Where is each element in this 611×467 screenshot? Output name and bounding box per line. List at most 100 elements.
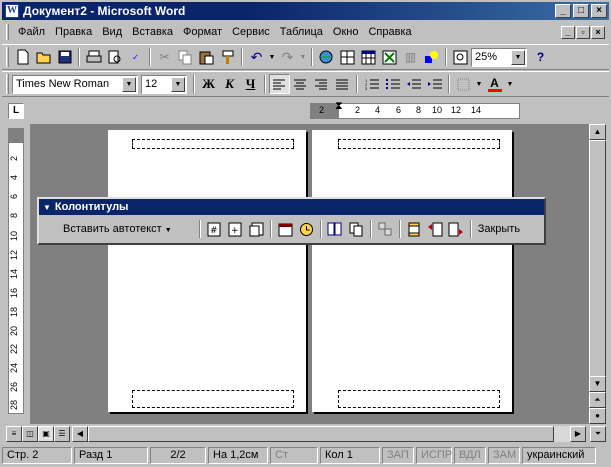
align-right-icon[interactable]: [311, 74, 332, 94]
align-center-icon[interactable]: [290, 74, 311, 94]
zoom-combo[interactable]: 25% ▼: [471, 47, 527, 67]
doc-close-button[interactable]: ×: [591, 25, 605, 39]
menu-tools[interactable]: Сервис: [227, 26, 275, 38]
italic-button[interactable]: К: [219, 74, 240, 94]
show-hide-text-icon[interactable]: [346, 219, 367, 239]
copy-icon[interactable]: [175, 47, 196, 67]
normal-view-icon[interactable]: ≡: [6, 426, 22, 442]
menu-grip[interactable]: [6, 24, 9, 40]
page-setup-icon[interactable]: [325, 219, 346, 239]
toolbar-options-icon[interactable]: ▼: [43, 203, 51, 212]
menu-window[interactable]: Окно: [328, 26, 364, 38]
header-footer-toolbar-title-bar[interactable]: ▼ Колонтитулы: [39, 199, 544, 215]
redo-icon[interactable]: ↷: [277, 47, 298, 67]
insert-table-icon[interactable]: [358, 47, 379, 67]
insert-time-icon[interactable]: [296, 219, 317, 239]
font-color-dropdown-icon[interactable]: ▼: [505, 74, 515, 94]
status-overtype[interactable]: ЗАМ: [488, 446, 520, 464]
chevron-down-icon[interactable]: ▼: [511, 49, 525, 65]
web-view-icon[interactable]: ◫: [22, 426, 38, 442]
scroll-thumb[interactable]: [88, 426, 554, 442]
status-record[interactable]: ЗАП: [382, 446, 414, 464]
cut-icon[interactable]: ✂: [154, 47, 175, 67]
font-color-button[interactable]: A: [484, 74, 505, 94]
insert-excel-icon[interactable]: [379, 47, 400, 67]
next-page-icon[interactable]: ⏷: [590, 426, 606, 442]
previous-page-icon[interactable]: ⏶: [589, 392, 606, 408]
menu-table[interactable]: Таблица: [275, 26, 328, 38]
header-area[interactable]: [338, 139, 500, 149]
footer-area[interactable]: [338, 390, 500, 408]
menu-file[interactable]: Файл: [13, 26, 50, 38]
drawing-icon[interactable]: [421, 47, 442, 67]
underline-button[interactable]: Ч: [240, 74, 261, 94]
maximize-button[interactable]: □: [573, 4, 589, 18]
open-folder-icon[interactable]: [33, 47, 54, 67]
vertical-ruler[interactable]: 2 4 6 8 10 12 14 16 18 20 22 24 26 28: [8, 128, 24, 414]
switch-header-footer-icon[interactable]: [404, 219, 425, 239]
hyperlink-icon[interactable]: [316, 47, 337, 67]
chevron-down-icon[interactable]: ▼: [171, 76, 185, 92]
indent-marker-icon[interactable]: ⧗: [335, 100, 343, 113]
numbering-icon[interactable]: 123: [361, 74, 382, 94]
menu-view[interactable]: Вид: [97, 26, 127, 38]
format-painter-icon[interactable]: [217, 47, 238, 67]
status-track-changes[interactable]: ИСПР: [416, 446, 452, 464]
menu-insert[interactable]: Вставка: [127, 26, 178, 38]
toolbar-grip[interactable]: [6, 74, 9, 94]
same-as-previous-icon[interactable]: [375, 219, 396, 239]
horizontal-scrollbar[interactable]: ◀ ▶: [72, 426, 586, 442]
print-preview-icon[interactable]: [104, 47, 125, 67]
print-layout-view-icon[interactable]: ▣: [38, 426, 54, 442]
horizontal-ruler[interactable]: ⧗ 2 2 4 6 8 10 12 14: [310, 100, 520, 119]
close-header-footer-button[interactable]: Закрыть: [475, 223, 523, 235]
help-icon[interactable]: ?: [530, 47, 551, 67]
scroll-left-icon[interactable]: ◀: [72, 426, 88, 442]
document-area[interactable]: [30, 124, 590, 424]
print-icon[interactable]: [83, 47, 104, 67]
minimize-button[interactable]: _: [555, 4, 571, 18]
redo-dropdown-icon[interactable]: ▼: [298, 47, 308, 67]
increase-indent-icon[interactable]: [424, 74, 445, 94]
borders-dropdown-icon[interactable]: ▼: [474, 74, 484, 94]
font-size-combo[interactable]: 12 ▼: [141, 74, 187, 94]
undo-icon[interactable]: ↶: [246, 47, 267, 67]
new-document-icon[interactable]: [12, 47, 33, 67]
close-window-button[interactable]: ×: [591, 4, 607, 18]
insert-page-number-icon[interactable]: #: [204, 219, 225, 239]
paste-icon[interactable]: [196, 47, 217, 67]
undo-dropdown-icon[interactable]: ▼: [267, 47, 277, 67]
save-disk-icon[interactable]: [54, 47, 75, 67]
menu-format[interactable]: Формат: [178, 26, 227, 38]
columns-icon[interactable]: ▥: [400, 47, 421, 67]
header-area[interactable]: [132, 139, 294, 149]
font-name-combo[interactable]: Times New Roman ▼: [12, 74, 138, 94]
toolbar-grip[interactable]: [6, 47, 9, 67]
status-language[interactable]: украинский: [522, 446, 596, 464]
insert-autotext-button[interactable]: Вставить автотекст ▼: [43, 223, 196, 235]
insert-page-count-icon[interactable]: +: [225, 219, 246, 239]
select-browse-object-icon[interactable]: ●: [589, 408, 606, 424]
justify-icon[interactable]: [332, 74, 353, 94]
scroll-right-icon[interactable]: ▶: [570, 426, 586, 442]
menu-help[interactable]: Справка: [363, 26, 416, 38]
doc-minimize-button[interactable]: _: [561, 25, 575, 39]
doc-restore-button[interactable]: ▫: [576, 25, 590, 39]
tables-borders-icon[interactable]: [337, 47, 358, 67]
page-2[interactable]: [312, 130, 512, 412]
page-1[interactable]: [108, 130, 306, 412]
spelling-icon[interactable]: ✓: [125, 47, 146, 67]
status-extend[interactable]: ВДЛ: [454, 446, 486, 464]
document-map-icon[interactable]: [450, 47, 471, 67]
decrease-indent-icon[interactable]: [403, 74, 424, 94]
scroll-thumb[interactable]: [589, 140, 606, 380]
align-left-icon[interactable]: [269, 74, 290, 94]
format-page-number-icon[interactable]: [246, 219, 267, 239]
tab-selector[interactable]: L: [8, 103, 24, 119]
show-next-icon[interactable]: [446, 219, 467, 239]
bold-button[interactable]: Ж: [198, 74, 219, 94]
vertical-scrollbar[interactable]: ▲ ▼ ⏶ ●: [589, 124, 606, 424]
footer-area[interactable]: [132, 390, 294, 408]
chevron-down-icon[interactable]: ▼: [122, 76, 136, 92]
scroll-down-icon[interactable]: ▼: [589, 376, 606, 392]
